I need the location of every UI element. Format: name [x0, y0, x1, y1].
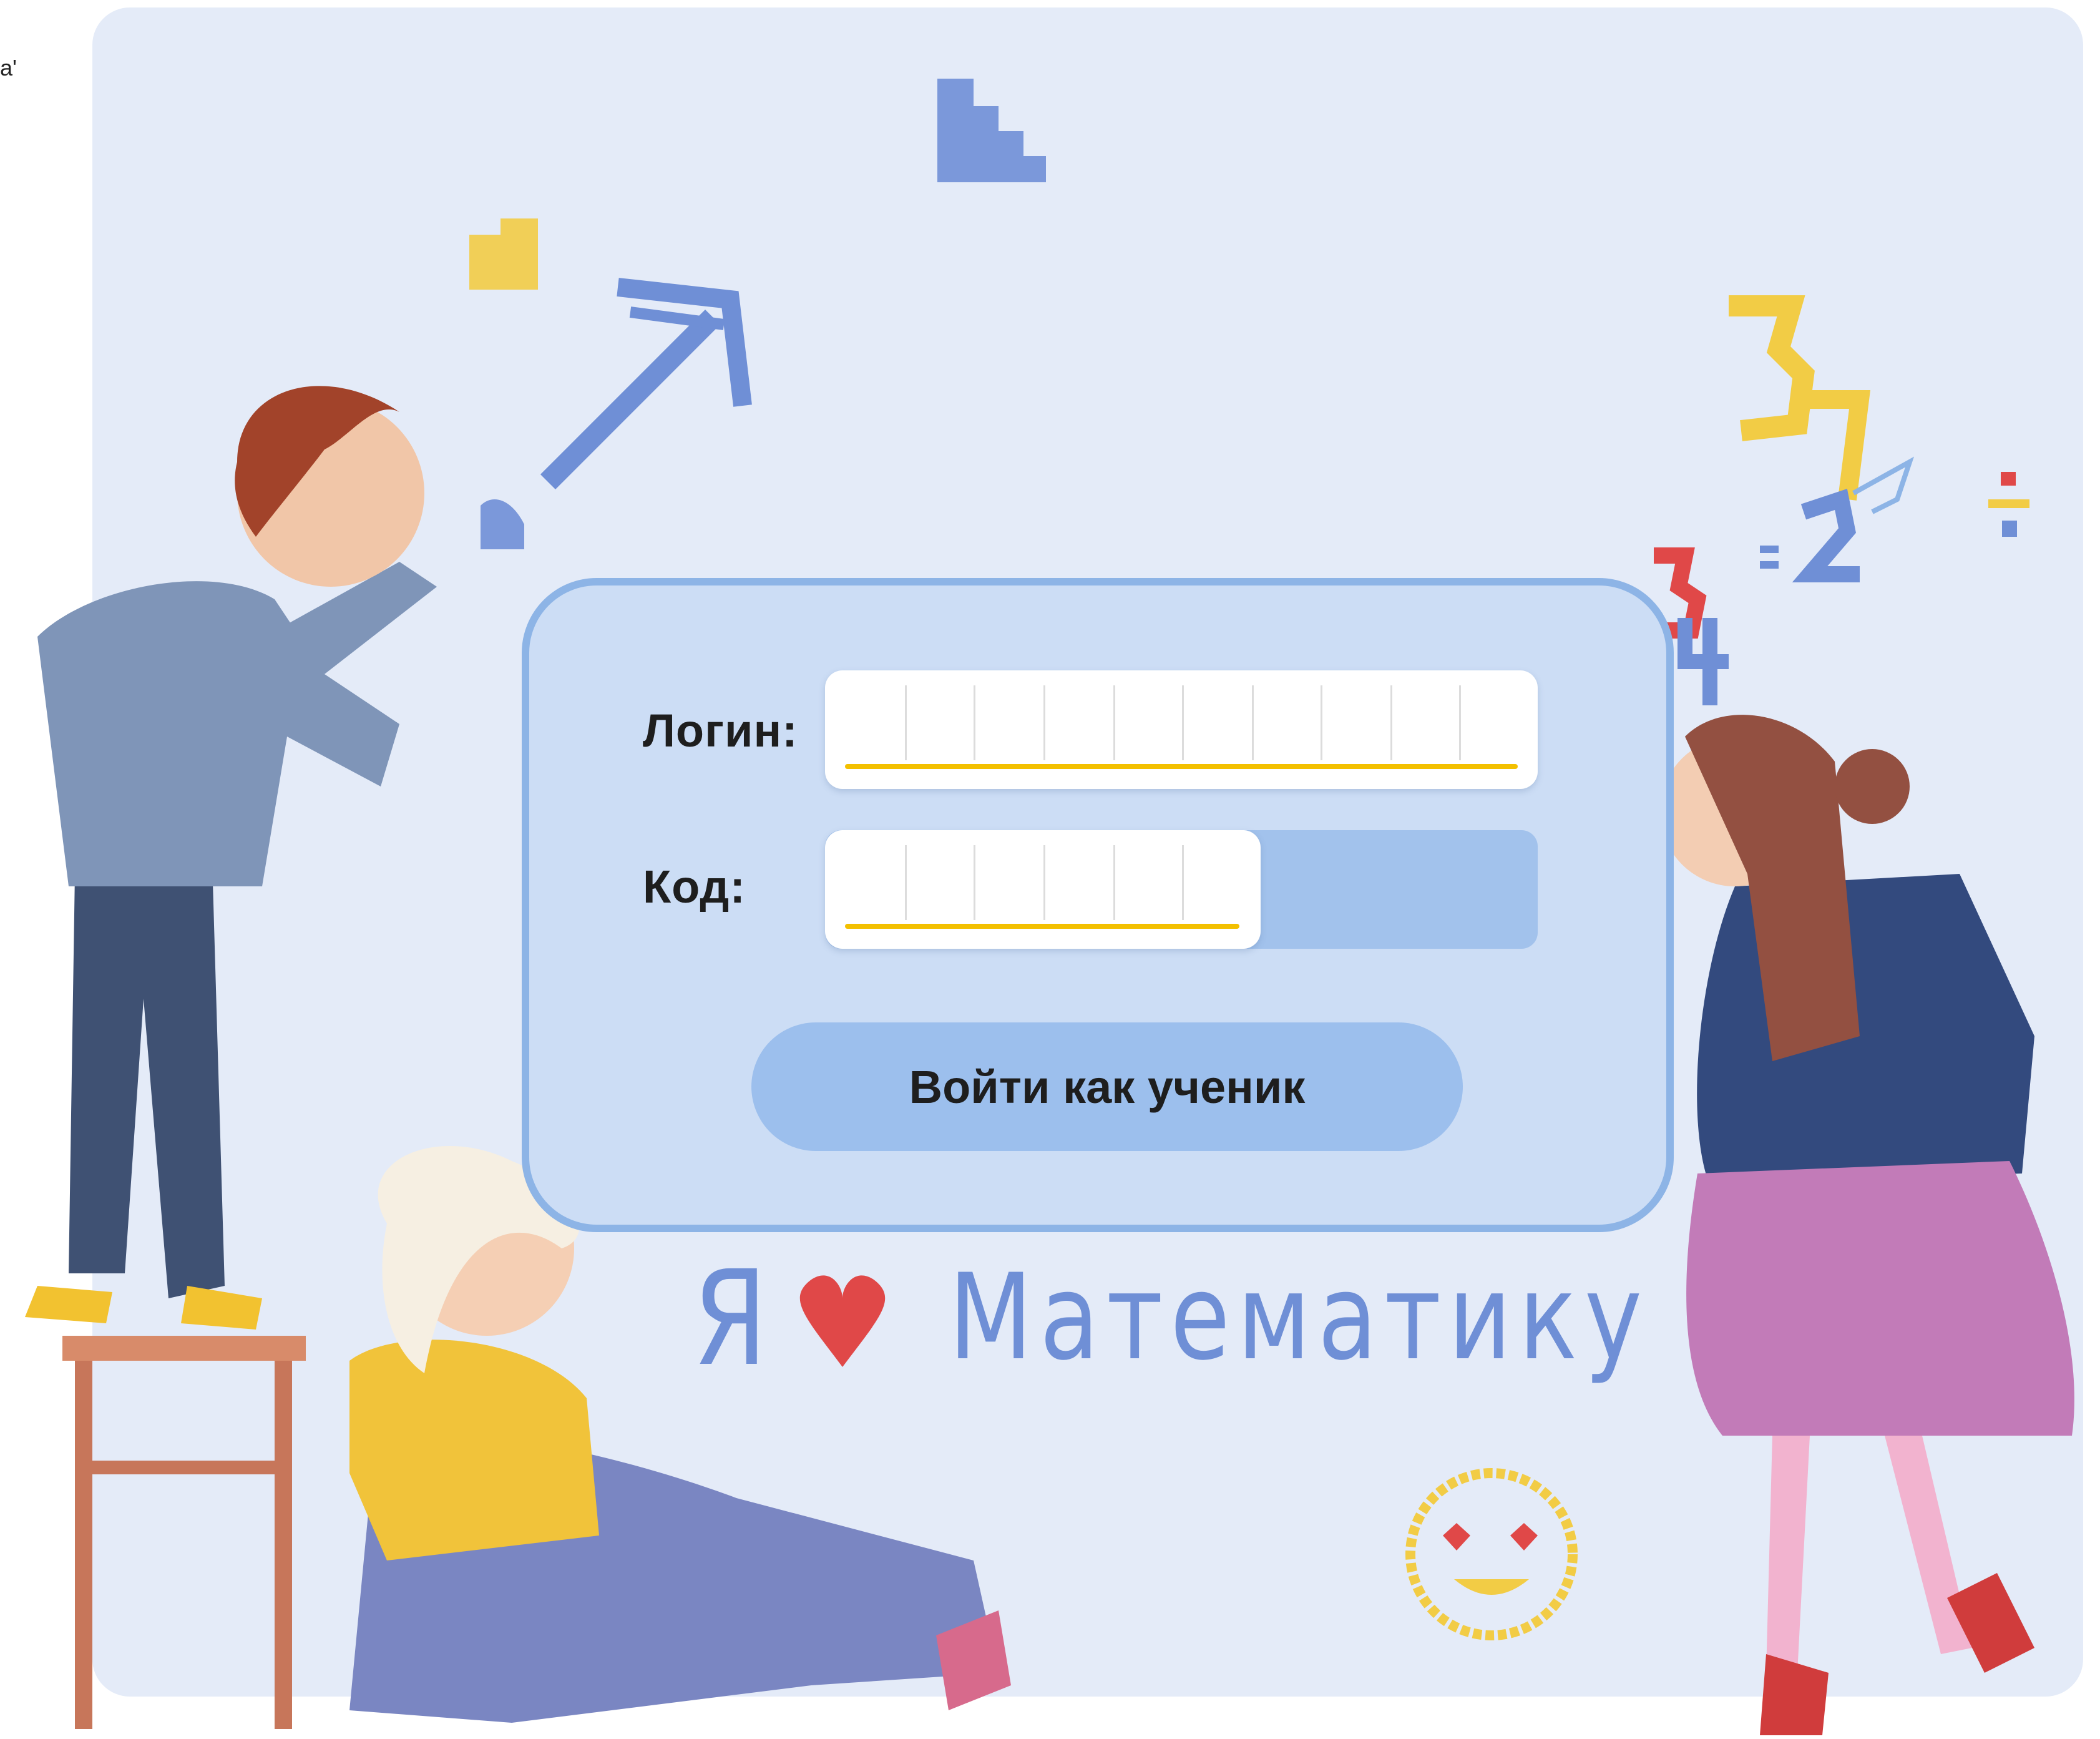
cell-divider: [974, 845, 975, 920]
code-label: Код:: [643, 861, 746, 913]
blonde-girl-character-illustration: [349, 1146, 1011, 1723]
cell-divider: [974, 685, 975, 760]
student-login-button[interactable]: Войти как ученик: [751, 1022, 1463, 1151]
chalk-drawing-under-arrow-icon: [481, 499, 524, 549]
cell-divider: [1182, 685, 1184, 760]
chalk-staircase-icon: [937, 79, 1046, 182]
cell-divider: [1321, 685, 1322, 760]
cell-divider: [1043, 685, 1045, 760]
chalk-equals-2-icon: [1760, 456, 1915, 582]
cell-divider: [905, 845, 907, 920]
cell-divider: [1113, 845, 1115, 920]
chalk-text-ya: Я: [693, 1242, 775, 1395]
login-input[interactable]: [825, 670, 1538, 789]
brunette-girl-character-illustration: [1660, 715, 2074, 1735]
login-input-underline: [845, 764, 1518, 769]
cell-divider: [1113, 685, 1115, 760]
cell-divider: [1252, 685, 1254, 760]
code-input[interactable]: [825, 830, 1261, 949]
cell-divider: [1043, 845, 1045, 920]
chalk-yellow-block-icon: [469, 218, 538, 290]
chalk-number-7-icon: [1804, 390, 1870, 501]
chalk-smiley-icon: [1405, 1468, 1578, 1640]
cell-divider: [1390, 685, 1392, 760]
code-input-underline: [845, 924, 1239, 929]
page: а' Я Математику Логин: Код: Войти как уч…: [0, 0, 2100, 1739]
code-input-cells: [825, 845, 1261, 920]
cell-divider: [905, 685, 907, 760]
chalk-number-3-icon: [1729, 295, 1815, 441]
chalk-divide-icon: [1988, 472, 2029, 537]
chalk-heart-icon: [799, 1275, 886, 1367]
chalk-arrow-icon: [540, 278, 752, 490]
login-form-card: Логин: Код: Войти как ученик: [522, 578, 1674, 1232]
login-input-cells: [825, 685, 1538, 760]
cell-divider: [1459, 685, 1461, 760]
login-label: Логин:: [643, 705, 798, 757]
chalk-text-matematiku: Математику: [949, 1248, 1649, 1386]
cell-divider: [1182, 845, 1184, 920]
